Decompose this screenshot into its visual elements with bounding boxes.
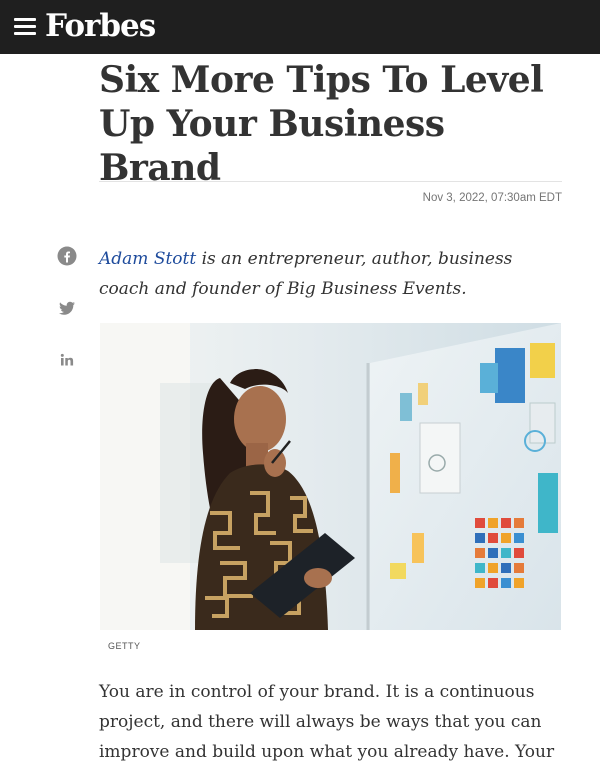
- article-hero-image: [100, 323, 561, 630]
- linkedin-icon: [60, 353, 74, 366]
- author-bio: Adam Stott is an entrepreneur, author, b…: [99, 244, 561, 304]
- publish-date: Nov 3, 2022, 07:30am EDT: [422, 192, 562, 204]
- article-title: Six More Tips To Level Up Your Business …: [99, 59, 544, 189]
- top-navigation-bar: Forbes: [0, 0, 600, 54]
- image-credit: GETTY: [108, 641, 141, 651]
- twitter-share-button[interactable]: [57, 298, 77, 318]
- author-link[interactable]: Adam Stott: [99, 249, 196, 269]
- article-body-paragraph: You are in control of your brand. It is …: [99, 682, 555, 762]
- title-divider: [99, 181, 562, 182]
- facebook-share-button[interactable]: [57, 246, 77, 266]
- hamburger-menu-icon[interactable]: [14, 17, 36, 35]
- facebook-icon: [57, 246, 77, 266]
- twitter-icon: [59, 301, 75, 315]
- businesswoman-whiteboard-photo: [100, 323, 561, 630]
- linkedin-share-button[interactable]: [57, 350, 77, 370]
- forbes-logo[interactable]: Forbes: [45, 6, 156, 46]
